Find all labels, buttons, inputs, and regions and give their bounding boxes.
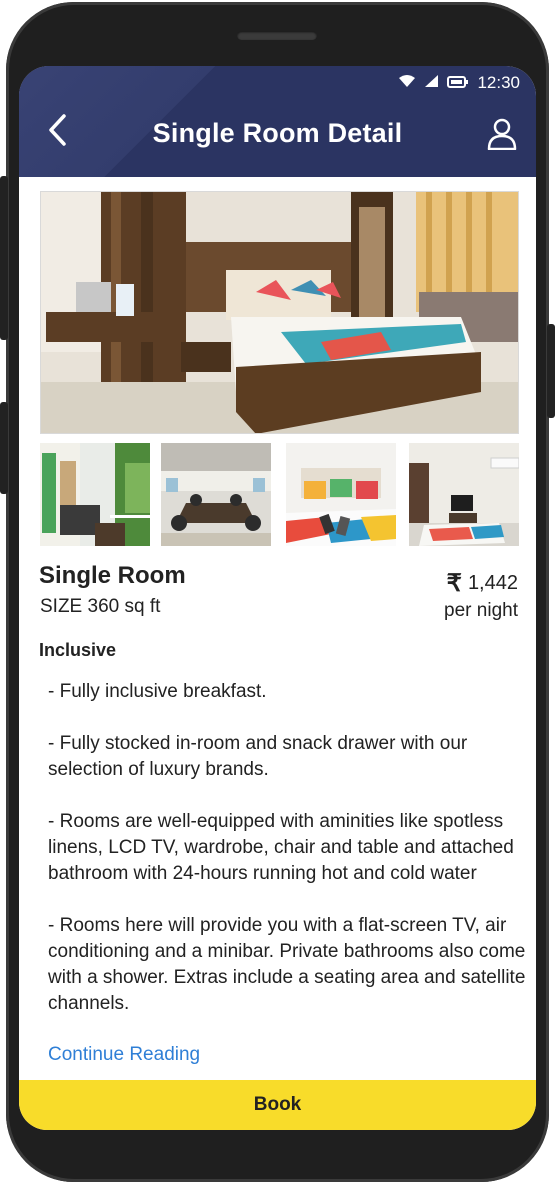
inclusive-item: - Rooms here will provide you with a fla… xyxy=(48,915,526,1014)
thumbnail-photo[interactable] xyxy=(409,443,519,546)
inclusive-item: - Fully stocked in-room and snack drawer… xyxy=(48,733,468,780)
status-bar: 12:30 xyxy=(398,71,520,95)
book-button[interactable]: Book xyxy=(19,1080,536,1130)
battery-icon xyxy=(447,73,469,93)
user-icon xyxy=(487,118,517,150)
room-name: Single Room xyxy=(39,562,186,589)
phone-speaker xyxy=(237,31,317,40)
room-size: SIZE 360 sq ft xyxy=(40,596,161,617)
price-value: 1,442 xyxy=(467,572,518,594)
status-time: 12:30 xyxy=(477,73,520,92)
inclusive-heading: Inclusive xyxy=(39,640,117,660)
phone-side-button xyxy=(0,402,8,494)
room-price: ₹ 1,442 xyxy=(447,569,518,598)
screen: 12:30 Single Room Detail Single Room SIZ… xyxy=(19,66,536,1130)
rupee-icon: ₹ xyxy=(446,570,462,597)
inclusive-list: - Fully inclusive breakfast. - Fully sto… xyxy=(48,679,533,1017)
phone-side-button xyxy=(0,176,8,340)
signal-icon xyxy=(424,73,439,93)
main-room-photo[interactable] xyxy=(40,191,519,434)
app-header: 12:30 Single Room Detail xyxy=(19,66,536,177)
thumbnail-photo[interactable] xyxy=(40,443,150,546)
continue-reading-link[interactable]: Continue Reading xyxy=(48,1044,200,1066)
profile-button[interactable] xyxy=(484,116,520,152)
page-title: Single Room Detail xyxy=(152,118,403,148)
inclusive-item: - Fully inclusive breakfast. xyxy=(48,681,267,702)
inclusive-item: - Rooms are well-equipped with aminities… xyxy=(48,811,514,884)
thumbnail-photo[interactable] xyxy=(286,443,396,546)
thumbnail-photo[interactable] xyxy=(161,443,271,546)
phone-side-button xyxy=(547,324,555,418)
price-unit: per night xyxy=(444,600,518,621)
wifi-icon xyxy=(398,73,416,93)
